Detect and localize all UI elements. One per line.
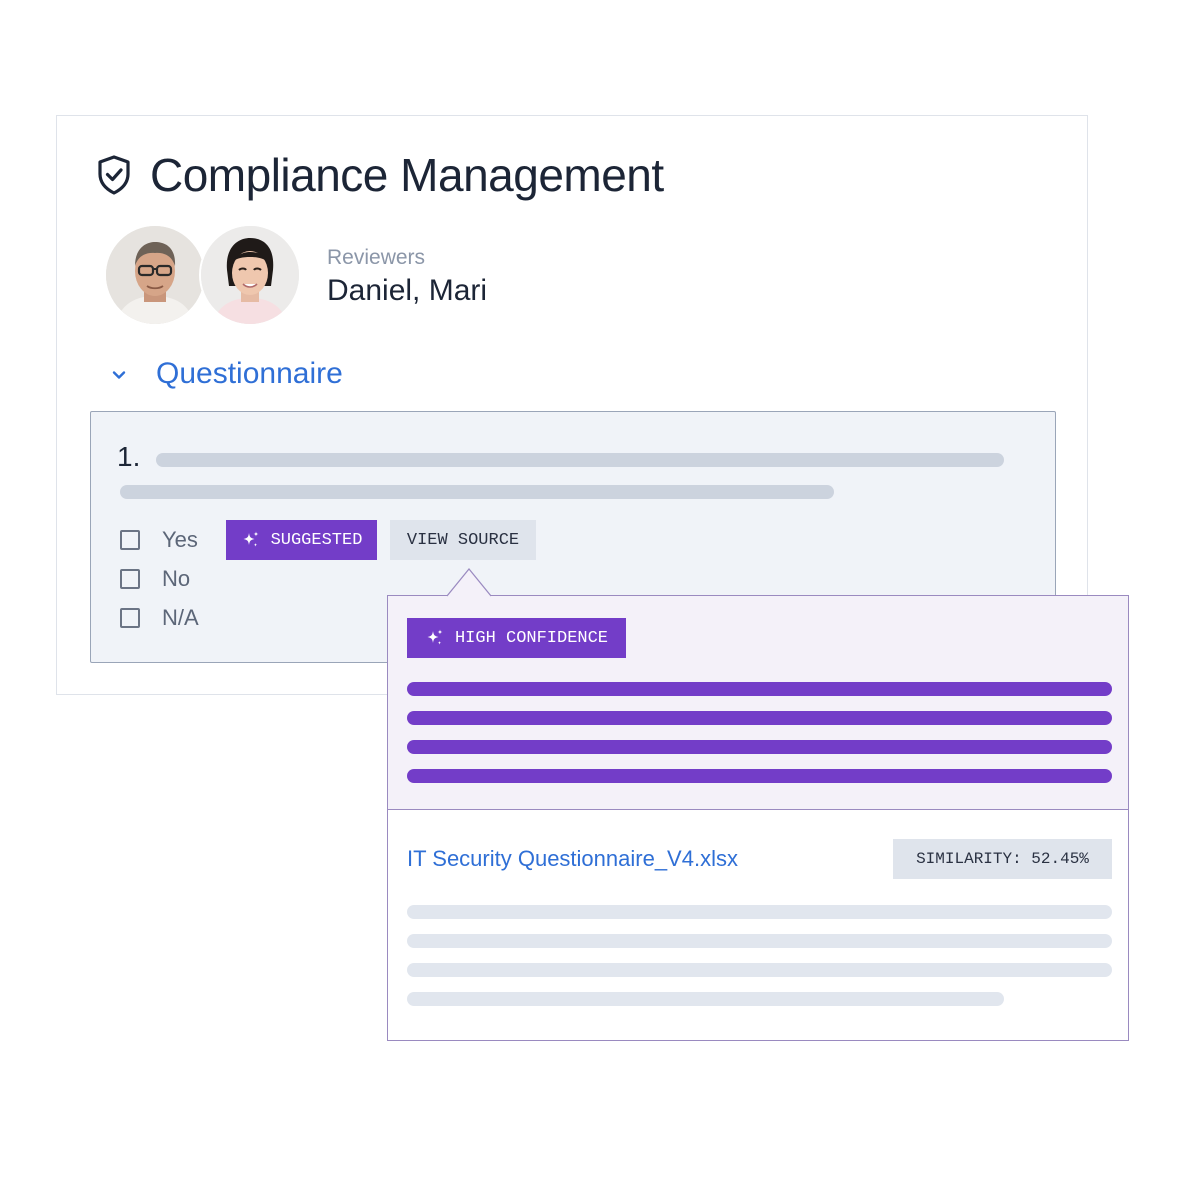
suggested-label: SUGGESTED	[270, 530, 363, 550]
high-confidence-badge: HIGH CONFIDENCE	[407, 618, 626, 658]
question-text-placeholder	[120, 485, 834, 499]
suggested-answer-placeholder	[407, 682, 1112, 696]
suggested-answer-placeholder	[407, 740, 1112, 754]
checkbox-no[interactable]	[120, 569, 140, 589]
avatar-mari[interactable]	[199, 224, 301, 326]
checkbox-yes[interactable]	[120, 530, 140, 550]
popover-caret	[447, 568, 491, 597]
source-text-placeholder	[407, 963, 1112, 977]
suggested-badge[interactable]: SUGGESTED	[226, 520, 377, 560]
page-title: Compliance Management	[150, 149, 664, 201]
checkbox-na[interactable]	[120, 608, 140, 628]
source-text-placeholder	[407, 934, 1112, 948]
suggested-answer-placeholder	[407, 769, 1112, 783]
view-source-button[interactable]: VIEW SOURCE	[390, 520, 536, 560]
sparkle-icon	[243, 531, 259, 547]
page-header: Compliance Management	[96, 148, 664, 202]
option-label-na: N/A	[162, 605, 199, 630]
option-label-yes: Yes	[162, 527, 198, 552]
suggested-answer-placeholder	[407, 711, 1112, 725]
question-text-placeholder	[156, 453, 1004, 467]
source-file-link[interactable]: IT Security Questionnaire_V4.xlsx	[407, 846, 738, 872]
sparkle-icon	[427, 629, 443, 645]
question-number: 1.	[117, 441, 141, 472]
avatar-daniel[interactable]	[104, 224, 206, 326]
similarity-badge: SIMILARITY: 52.45%	[893, 839, 1112, 879]
high-confidence-label: HIGH CONFIDENCE	[454, 628, 609, 648]
source-text-placeholder	[407, 905, 1112, 919]
chevron-down-icon[interactable]	[110, 366, 128, 384]
option-label-no: No	[162, 566, 191, 591]
reviewers-names: Daniel, Mari	[327, 274, 488, 307]
section-title-questionnaire[interactable]: Questionnaire	[156, 357, 343, 391]
view-source-label: VIEW SOURCE	[406, 530, 520, 550]
shield-check-icon	[98, 155, 130, 195]
source-text-placeholder	[407, 992, 1004, 1006]
reviewers-label: Reviewers	[327, 246, 426, 269]
similarity-label: SIMILARITY: 52.45%	[916, 850, 1089, 868]
